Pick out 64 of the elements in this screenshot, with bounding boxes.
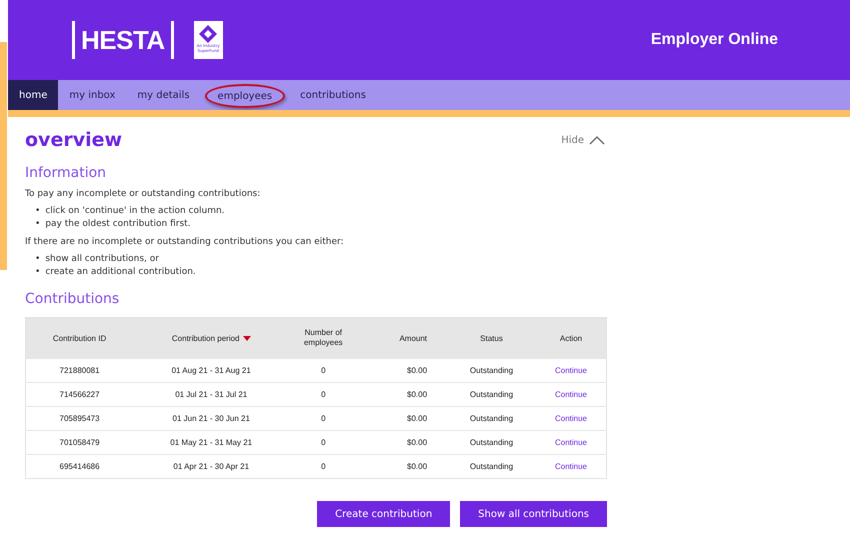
table-cell: Outstanding [470,438,514,447]
table-cell: 721880081 [60,366,100,375]
table-cell: 01 Apr 21 - 30 Apr 21 [173,462,250,471]
table-cell: 0 [321,438,326,447]
table-cell: 701058479 [60,438,100,447]
table-cell: 01 Aug 21 - 31 Aug 21 [172,366,251,375]
list-item: click on 'continue' in the action column. [45,205,225,218]
continue-link[interactable]: Continue [554,414,587,423]
nav-tab[interactable]: employees [204,84,286,108]
bullet: • [35,253,40,266]
table-cell: $0.00 [407,414,428,423]
column-header: Amount [357,318,448,358]
table-cell: Outstanding [470,414,514,423]
divider-bar [72,21,75,59]
nav-tab[interactable]: home [8,80,58,110]
table-cell: $0.00 [407,390,428,399]
column-header: Number of employees [289,318,358,358]
table-cell: Outstanding [470,462,514,471]
continue-link[interactable]: Continue [554,462,587,471]
continue-link[interactable]: Continue [554,438,587,447]
table-cell: $0.00 [407,462,428,471]
column-header: Contribution ID [26,318,134,358]
table-cell: 01 Jun 21 - 30 Jun 21 [172,414,250,423]
action-button[interactable]: Create contribution [317,501,450,527]
sort-icon [242,336,251,341]
portal-title: Employer Online [650,31,778,49]
table-cell: $0.00 [407,366,428,375]
table-cell: 0 [321,390,326,399]
divider-bar [170,21,174,59]
action-button[interactable]: Show all contributions [460,501,607,527]
column-header: Status [447,318,536,358]
info-text: To pay any incomplete or outstanding contributions: [25,189,262,199]
table-cell: Outstanding [470,366,514,375]
section-heading: Information [25,165,108,181]
bullet: • [35,205,40,218]
column-header: Action [536,318,606,358]
continue-link[interactable]: Continue [554,366,587,375]
diamond-icon [198,24,218,44]
section-heading: Contributions [25,291,120,307]
chevron-icon [589,135,605,145]
table-cell: $0.00 [407,438,428,447]
column-header[interactable]: Contribution period [133,318,290,358]
nav-tab[interactable]: my inbox [58,80,126,110]
table-cell: 01 Jul 21 - 31 Jul 21 [175,390,248,399]
table-cell: 0 [321,462,326,471]
table-cell: Outstanding [470,390,514,399]
table-cell: 0 [321,414,326,423]
info-text: If there are no incomplete or outstanding contributions you can either: [25,237,345,247]
table-cell: 705895473 [60,414,100,423]
table-cell: 01 May 21 - 31 May 21 [170,438,252,447]
nav-tab[interactable]: contributions [289,80,377,110]
list-item: pay the oldest contribution first. [45,218,191,231]
bullet: • [35,218,40,231]
continue-link[interactable]: Continue [554,390,587,399]
nav-tab[interactable]: my details [126,80,201,110]
table-cell: 0 [321,366,326,375]
page-title: overview [25,129,122,151]
table-cell: 695414686 [60,462,100,471]
list-item: create an additional contribution. [45,266,196,279]
list-item: show all contributions, or [45,253,159,266]
brand-logo: HESTA [81,24,165,56]
table-cell: 714566227 [60,390,100,399]
hide-toggle[interactable]: Hide [561,134,605,146]
bullet: • [35,266,40,279]
